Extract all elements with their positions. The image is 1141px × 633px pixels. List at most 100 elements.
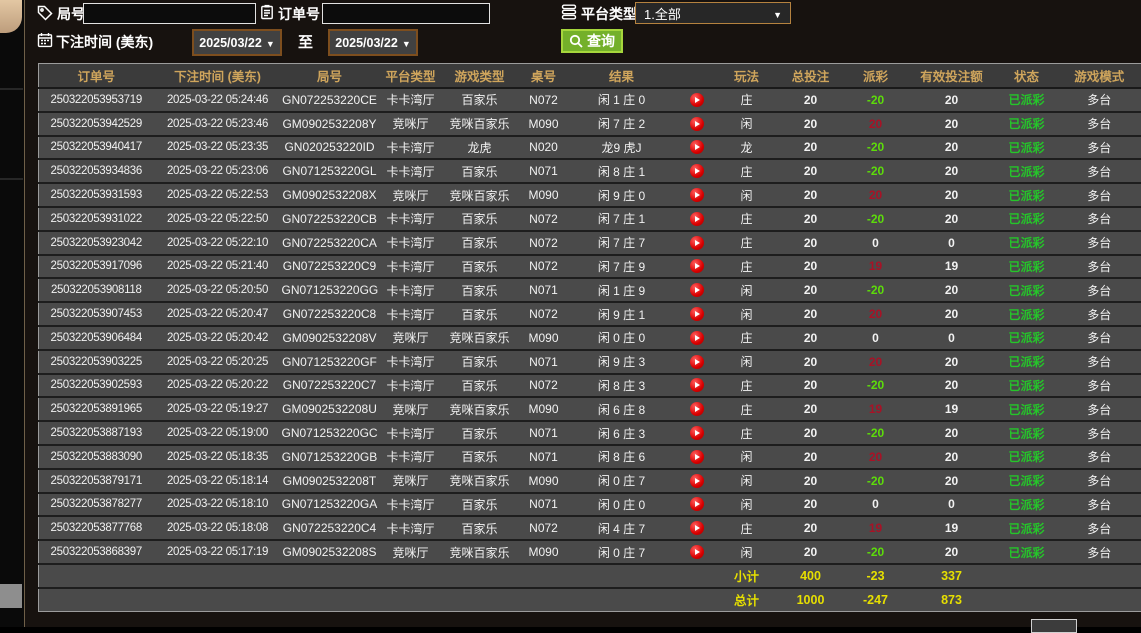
cell-total: 20 bbox=[772, 540, 850, 564]
search-button-label: 查询 bbox=[587, 31, 615, 51]
cell-platform: 卡卡湾厅 bbox=[378, 231, 444, 255]
cell-time: 2025-03-22 05:23:35 bbox=[154, 136, 282, 160]
cell-payout: -20 bbox=[850, 540, 902, 564]
replay-play-button[interactable] bbox=[690, 212, 704, 226]
cell-mode: 多台 bbox=[1052, 112, 1141, 136]
dropdown-arrow-icon bbox=[402, 36, 411, 50]
replay-play-button[interactable] bbox=[690, 140, 704, 154]
cell-valid: 20 bbox=[902, 278, 1002, 302]
cell-valid: 20 bbox=[902, 88, 1002, 112]
replay-play-button[interactable] bbox=[690, 426, 704, 440]
table-row: 2503220539404172025-03-22 05:23:35GN0202… bbox=[39, 136, 1141, 160]
table-row: 2503220539315932025-03-22 05:22:53GM0902… bbox=[39, 183, 1141, 207]
cell-platform: 卡卡湾厅 bbox=[378, 445, 444, 469]
cell-order: 250322053868397 bbox=[39, 540, 154, 564]
cell-total: 20 bbox=[772, 421, 850, 445]
cell-game: 竞咪百家乐 bbox=[444, 397, 516, 421]
cell-play bbox=[672, 493, 722, 517]
cell-result: 闲 8 庄 3 bbox=[572, 374, 672, 398]
cell-order: 250322053906484 bbox=[39, 326, 154, 350]
cell-status: 已派彩 bbox=[1002, 516, 1052, 540]
cell-time: 2025-03-22 05:18:08 bbox=[154, 516, 282, 540]
replay-play-button[interactable] bbox=[690, 331, 704, 345]
cell-game: 百家乐 bbox=[444, 516, 516, 540]
subtotal-payout: -23 bbox=[850, 564, 902, 588]
replay-play-button[interactable] bbox=[690, 93, 704, 107]
cell-mode: 多台 bbox=[1052, 302, 1141, 326]
replay-play-button[interactable] bbox=[690, 236, 704, 250]
cell-mode: 多台 bbox=[1052, 374, 1141, 398]
cell-total: 20 bbox=[772, 136, 850, 160]
cell-game: 竞咪百家乐 bbox=[444, 469, 516, 493]
cell-platform: 竞咪厅 bbox=[378, 183, 444, 207]
column-header-payout: 派彩 bbox=[850, 64, 902, 89]
cell-result: 闲 8 庄 6 bbox=[572, 445, 672, 469]
replay-play-button[interactable] bbox=[690, 402, 704, 416]
replay-play-button[interactable] bbox=[690, 355, 704, 369]
cell-round: GM0902532208V bbox=[282, 326, 378, 350]
cell-mode: 多台 bbox=[1052, 397, 1141, 421]
column-header-round: 局号 bbox=[282, 64, 378, 89]
platform-type-value: 1.全部 bbox=[644, 4, 773, 23]
replay-play-button[interactable] bbox=[690, 283, 704, 297]
cell-empty bbox=[282, 588, 378, 611]
order-number-input[interactable] bbox=[322, 3, 490, 24]
replay-play-button[interactable] bbox=[690, 521, 704, 535]
cell-valid: 20 bbox=[902, 207, 1002, 231]
cell-order: 250322053877768 bbox=[39, 516, 154, 540]
replay-play-button[interactable] bbox=[690, 474, 704, 488]
cell-status: 已派彩 bbox=[1002, 136, 1052, 160]
cell-valid: 20 bbox=[902, 112, 1002, 136]
replay-play-button[interactable] bbox=[690, 545, 704, 559]
round-number-input[interactable] bbox=[83, 3, 256, 24]
cell-order: 250322053931022 bbox=[39, 207, 154, 231]
cell-game: 竞咪百家乐 bbox=[444, 326, 516, 350]
cell-result: 闲 0 庄 0 bbox=[572, 493, 672, 517]
replay-play-button[interactable] bbox=[690, 188, 704, 202]
subtotal-label: 小计 bbox=[722, 564, 772, 588]
cell-time: 2025-03-22 05:17:19 bbox=[154, 540, 282, 564]
cell-platform: 卡卡湾厅 bbox=[378, 255, 444, 279]
date-from-picker[interactable]: 2025/03/22 bbox=[192, 29, 282, 56]
sidebar-scroll-block[interactable] bbox=[0, 584, 22, 608]
search-button[interactable]: 查询 bbox=[561, 29, 623, 53]
pagination-button[interactable] bbox=[1031, 619, 1077, 633]
replay-play-button[interactable] bbox=[690, 164, 704, 178]
column-header-platform: 平台类型 bbox=[378, 64, 444, 89]
column-header-table_no: 桌号 bbox=[516, 64, 572, 89]
to-label: 至 bbox=[298, 31, 313, 52]
dropdown-arrow-icon bbox=[773, 6, 782, 21]
replay-play-button[interactable] bbox=[690, 450, 704, 464]
cell-payout: 19 bbox=[850, 255, 902, 279]
cell-round: GM0902532208X bbox=[282, 183, 378, 207]
cell-play bbox=[672, 469, 722, 493]
cell-table_no: N072 bbox=[516, 302, 572, 326]
replay-play-button[interactable] bbox=[690, 497, 704, 511]
replay-play-button[interactable] bbox=[690, 117, 704, 131]
cell-payout: 20 bbox=[850, 350, 902, 374]
cell-result: 闲 6 庄 8 bbox=[572, 397, 672, 421]
cell-time: 2025-03-22 05:23:06 bbox=[154, 159, 282, 183]
cell-platform: 卡卡湾厅 bbox=[378, 374, 444, 398]
cell-payout: -20 bbox=[850, 159, 902, 183]
cell-status: 已派彩 bbox=[1002, 207, 1052, 231]
cell-order: 250322053931593 bbox=[39, 183, 154, 207]
cell-empty bbox=[444, 564, 516, 588]
sidebar-tab-handle[interactable] bbox=[0, 0, 22, 33]
date-to-picker[interactable]: 2025/03/22 bbox=[328, 29, 418, 56]
cell-result: 闲 7 庄 9 bbox=[572, 255, 672, 279]
table-header-row: 订单号下注时间 (美东)局号平台类型游戏类型桌号结果玩法总投注派彩有效投注额状态… bbox=[39, 64, 1141, 89]
cell-game: 百家乐 bbox=[444, 374, 516, 398]
replay-play-button[interactable] bbox=[690, 378, 704, 392]
cell-game: 竞咪百家乐 bbox=[444, 183, 516, 207]
cell-time: 2025-03-22 05:18:35 bbox=[154, 445, 282, 469]
cell-round: GN071253220GG bbox=[282, 278, 378, 302]
cell-payout: 20 bbox=[850, 112, 902, 136]
cell-empty bbox=[572, 564, 672, 588]
replay-play-button[interactable] bbox=[690, 259, 704, 273]
platform-type-select[interactable]: 1.全部 bbox=[635, 2, 791, 24]
replay-play-button[interactable] bbox=[690, 307, 704, 321]
cell-round: GM0902532208U bbox=[282, 397, 378, 421]
cell-bet_on: 庄 bbox=[722, 326, 772, 350]
cell-bet_on: 庄 bbox=[722, 255, 772, 279]
